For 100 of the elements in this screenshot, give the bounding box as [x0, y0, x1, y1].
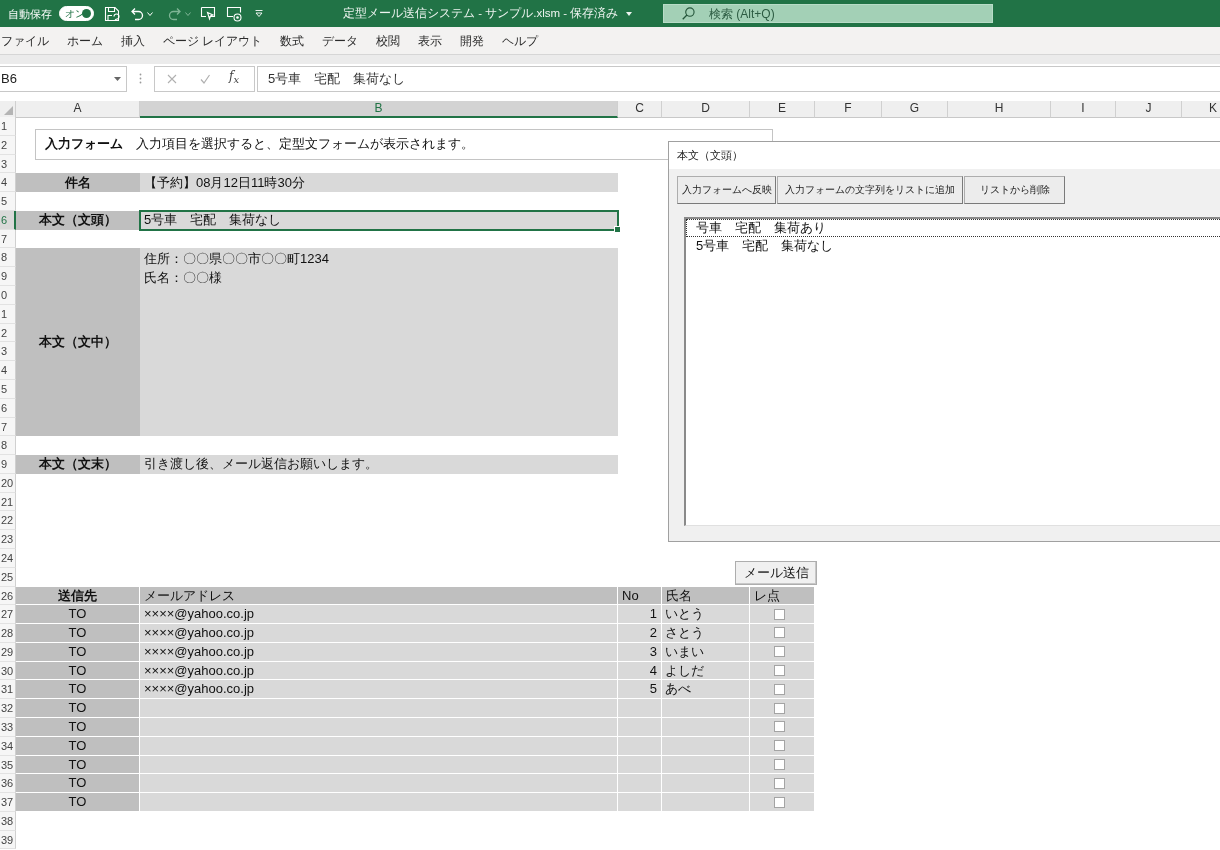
ribbon-tab[interactable]: 開発	[460, 33, 485, 49]
row-header[interactable]: 27	[0, 605, 16, 625]
list-item[interactable]: 号車 宅配 集荷あり	[686, 219, 1220, 237]
column-header[interactable]: C	[618, 101, 662, 118]
screen-pointer-icon[interactable]	[200, 5, 216, 22]
row-header[interactable]: 9	[0, 455, 16, 474]
column-header[interactable]: G	[882, 101, 948, 118]
column-header[interactable]: B	[140, 101, 618, 118]
screen-circle-icon[interactable]	[226, 5, 242, 22]
ribbon-tab[interactable]: データ	[322, 33, 359, 49]
undo-icon[interactable]	[129, 5, 145, 22]
drag-handle-icon[interactable]	[139, 73, 142, 84]
form-value-cell[interactable]: 住所：〇〇県〇〇市〇〇町1234 氏名：〇〇様	[140, 248, 618, 437]
table-cell: いとう	[662, 605, 750, 625]
form-value-cell[interactable]: 【予約】08月12日11時30分	[140, 173, 618, 193]
table-cell: TO	[16, 718, 140, 737]
row-header[interactable]: 36	[0, 774, 16, 794]
window-title: 定型メール送信システム - サンプル.xlsm - 保存済み	[343, 6, 619, 21]
table-cell: TO	[16, 680, 140, 700]
row-header[interactable]: 33	[0, 718, 16, 737]
row-header[interactable]: 5	[0, 192, 16, 211]
column-heading: No	[618, 586, 662, 606]
checkbox[interactable]	[774, 665, 785, 677]
caret-icon[interactable]	[114, 76, 121, 81]
row-header[interactable]: 4	[0, 361, 16, 380]
fill-handle-icon[interactable]	[614, 225, 621, 233]
ribbon-tab[interactable]: 挿入	[121, 33, 145, 49]
form-value-cell[interactable]: 5号車 宅配 集荷なし	[140, 210, 618, 230]
table-cell: ××××@yahoo.co.jp	[140, 680, 618, 700]
table-cell: 1	[618, 605, 662, 625]
row-header[interactable]: 8	[0, 248, 16, 268]
ribbon-tab[interactable]: ページ レイアウト	[163, 33, 263, 49]
checkbox[interactable]	[774, 777, 785, 789]
row-header[interactable]: 1	[0, 117, 16, 136]
row-header[interactable]: 9	[0, 267, 16, 287]
checkbox[interactable]	[774, 627, 785, 639]
list-item[interactable]: 5号車 宅配 集荷なし	[686, 236, 1220, 254]
ribbon-tab[interactable]: ホーム	[67, 33, 103, 49]
column-header[interactable]: E	[750, 101, 815, 118]
caret-icon[interactable]	[626, 11, 633, 16]
table-cell: 5	[618, 680, 662, 700]
checkbox[interactable]	[774, 740, 785, 752]
autosave-label: 自動保存	[8, 6, 52, 21]
column-header[interactable]: F	[815, 101, 882, 118]
row-header[interactable]: 23	[0, 530, 16, 549]
table-cell: さとう	[662, 624, 750, 643]
table-cell: 2	[618, 624, 662, 643]
ribbon-tab[interactable]: ファイル	[1, 33, 49, 49]
table-cell: TO	[16, 624, 140, 643]
table-cell: ××××@yahoo.co.jp	[140, 605, 618, 625]
checkbox[interactable]	[774, 721, 785, 733]
table-cell: TO	[16, 605, 140, 625]
column-header[interactable]: D	[662, 101, 750, 118]
customize-icon[interactable]	[255, 10, 263, 17]
column-header[interactable]: K	[1182, 101, 1220, 118]
table-cell: ××××@yahoo.co.jp	[140, 624, 618, 643]
column-header[interactable]: J	[1116, 101, 1182, 118]
dialog-title: 本文（文頭）	[669, 142, 1220, 169]
dialog-button[interactable]: 入力フォームへ反映	[677, 176, 776, 204]
save-icon[interactable]	[104, 5, 120, 22]
form-label-cell: 件名	[16, 173, 140, 193]
table-cell	[618, 718, 662, 737]
row-header[interactable]: 22	[0, 511, 16, 531]
checkbox[interactable]	[774, 608, 785, 620]
column-header[interactable]: H	[948, 101, 1051, 118]
formula-field[interactable]: 5号車 宅配 集荷なし	[257, 65, 1220, 92]
checkbox[interactable]	[774, 758, 785, 770]
ribbon-tab[interactable]: 数式	[280, 33, 305, 49]
column-heading: レ点	[750, 586, 815, 606]
checkbox[interactable]	[774, 646, 785, 658]
ribbon-tab[interactable]: 校閲	[376, 33, 401, 49]
row-header[interactable]: 4	[0, 173, 16, 193]
table-cell: TO	[16, 774, 140, 794]
checkbox[interactable]	[774, 702, 785, 714]
name-box[interactable]: B6	[0, 65, 127, 92]
form-label-cell: 本文（文末）	[16, 455, 140, 474]
search-field[interactable]: 検索 (Alt+Q)	[663, 4, 993, 23]
ribbon-tab[interactable]: 表示	[418, 33, 443, 49]
ribbon-tab[interactable]: ヘルプ	[502, 33, 539, 49]
row-header[interactable]: 37	[0, 793, 16, 812]
row-header[interactable]: 31	[0, 680, 16, 700]
row-header[interactable]: 0	[0, 286, 16, 305]
checkbox[interactable]	[774, 796, 785, 808]
row-header[interactable]: 3	[0, 342, 16, 362]
row-header[interactable]: 32	[0, 699, 16, 718]
send-mail-button[interactable]: メール送信	[735, 561, 817, 585]
column-heading: 送信先	[16, 586, 140, 606]
insert-function-button[interactable]: f$_{x}$	[229, 69, 240, 88]
column-header[interactable]: I	[1051, 101, 1116, 118]
dialog-button[interactable]: 入力フォームの文字列をリストに追加	[777, 176, 963, 204]
list-box[interactable]: 号車 宅配 集荷あり 5号車 宅配 集荷なし	[684, 217, 1220, 526]
select-all-icon[interactable]	[4, 106, 13, 115]
column-heading: メールアドレス	[140, 586, 618, 606]
table-cell: TO	[16, 699, 140, 718]
form-value-cell[interactable]: 引き渡し後、メール返信お願いします。	[140, 455, 618, 474]
checkbox[interactable]	[774, 683, 785, 695]
dialog-button[interactable]: リストから削除	[964, 176, 1065, 204]
row-header[interactable]: 28	[0, 624, 16, 643]
row-header[interactable]: 8	[0, 436, 16, 456]
search-icon	[682, 7, 695, 20]
